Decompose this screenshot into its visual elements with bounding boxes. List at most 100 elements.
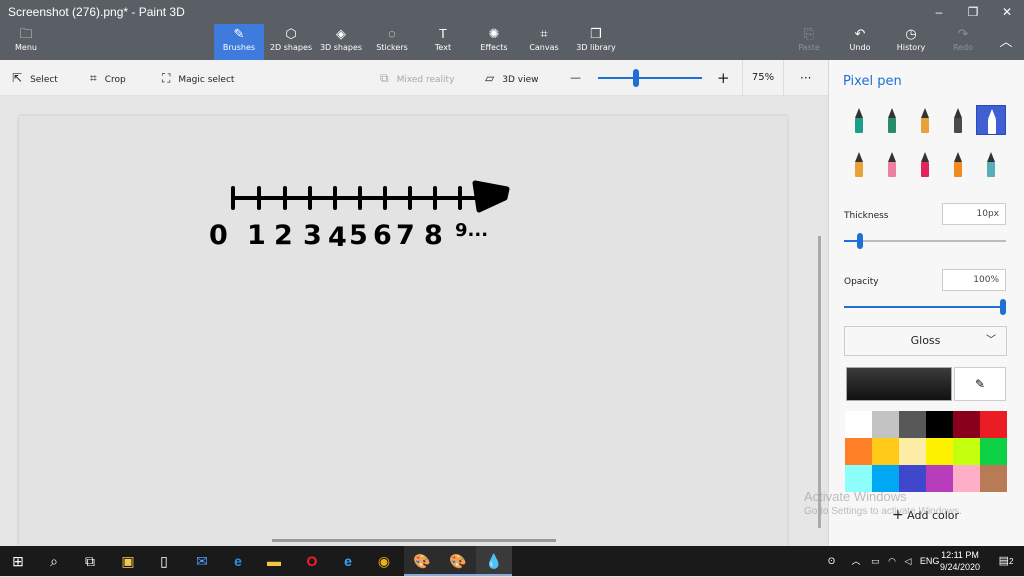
store-app[interactable]: ▣ [110, 546, 146, 576]
zoom-out-button[interactable]: — [570, 60, 581, 96]
select-button[interactable]: ⇱ Select [12, 60, 58, 96]
mixed-reality-button[interactable]: ⧉ Mixed reality [380, 60, 454, 96]
3d-view-button[interactable]: ▱ 3D view [485, 60, 538, 96]
undo-label: Undo [849, 43, 871, 52]
palette-swatch[interactable] [899, 411, 926, 438]
tab-brushes[interactable]: ✎ Brushes [214, 24, 264, 60]
thickness-field[interactable]: 10px [942, 203, 1006, 225]
magic-select-button[interactable]: ⛶ Magic select [162, 60, 234, 96]
tab-canvas[interactable]: ⌗ Canvas [524, 24, 564, 60]
explorer-app[interactable]: ▬ [256, 546, 292, 576]
opacity-slider-thumb[interactable] [1000, 299, 1006, 315]
start-button[interactable]: ⊞ [0, 546, 36, 576]
thickness-slider-thumb[interactable] [857, 233, 864, 249]
palette-swatch[interactable] [845, 465, 872, 492]
people-icon[interactable]: ʘ [828, 556, 835, 566]
horizontal-scrollbar[interactable] [272, 539, 556, 542]
calligraphy-pen-icon[interactable] [877, 105, 907, 135]
3d-view-icon: ▱ [485, 71, 495, 85]
palette-swatch[interactable] [953, 465, 980, 492]
palette-swatch[interactable] [872, 411, 899, 438]
battery-icon[interactable]: ▭ [871, 556, 880, 566]
palette-swatch[interactable] [926, 438, 953, 465]
palette-swatch[interactable] [872, 465, 899, 492]
task-view-button[interactable]: ⧉ [72, 546, 108, 576]
number-2: 2 [274, 220, 293, 251]
brush-panel: Pixel pen Thickness 10px Opacity 100% Gl… [828, 60, 1024, 546]
eyedropper-button[interactable]: ✎ [954, 367, 1006, 401]
edge-app[interactable]: e [220, 546, 256, 576]
eraser-icon[interactable] [877, 149, 907, 179]
finish-dropdown[interactable]: Gloss ﹀ [844, 326, 1007, 356]
palette-swatch[interactable] [980, 465, 1007, 492]
opera-app[interactable]: O [294, 546, 330, 576]
tab-label: Stickers [376, 43, 408, 52]
palette-swatch[interactable] [899, 438, 926, 465]
tab-effects[interactable]: ✺ Effects [474, 24, 514, 60]
palette-swatch[interactable] [980, 411, 1007, 438]
mail-app[interactable]: ✉ [184, 546, 220, 576]
volume-icon[interactable]: ◁ [904, 556, 911, 566]
marker-icon[interactable] [844, 105, 874, 135]
pencil-icon[interactable] [844, 149, 874, 179]
collapse-ribbon-button[interactable]: ︿ [994, 24, 1018, 60]
minimize-button[interactable]: – [922, 0, 956, 24]
zoom-in-button[interactable]: + [717, 60, 730, 96]
number-7: 7 [396, 220, 415, 251]
undo-icon: ↶ [854, 26, 866, 41]
maximize-button[interactable]: ❐ [956, 0, 990, 24]
search-button[interactable]: ⌕ [36, 546, 72, 576]
crayon-icon[interactable] [910, 149, 940, 179]
zoom-level[interactable]: 75% [742, 60, 784, 96]
history-button[interactable]: ◷ History [894, 24, 928, 60]
chevron-down-icon: ﹀ [986, 335, 996, 346]
tab-3d-shapes[interactable]: ◈ 3D shapes [318, 24, 364, 60]
tab-3d-library[interactable]: ❒ 3D library [572, 24, 620, 60]
palette-swatch[interactable] [980, 438, 1007, 465]
undo-button[interactable]: ↶ Undo [844, 24, 876, 60]
wifi-icon[interactable]: ◠ [888, 556, 896, 566]
tab-stickers[interactable]: ◌ Stickers [370, 24, 414, 60]
chevron-up-icon[interactable]: ︿ [852, 556, 861, 566]
opacity-field[interactable]: 100% [942, 269, 1006, 291]
current-color-swatch[interactable] [846, 367, 952, 401]
chrome-app[interactable]: ◉ [366, 546, 402, 576]
notifications-button[interactable]: ▤2 [988, 546, 1024, 576]
crop-button[interactable]: ⌗ Crop [90, 60, 126, 96]
tab-label: Text [434, 43, 452, 52]
pixel-pen-icon[interactable] [976, 105, 1006, 135]
redo-label: Redo [952, 43, 974, 52]
palette-swatch[interactable] [953, 411, 980, 438]
notepad-app[interactable]: ▯ [146, 546, 182, 576]
paint-app[interactable]: 🎨 [404, 546, 440, 576]
close-button[interactable]: ✕ [990, 0, 1024, 24]
zoom-slider-thumb[interactable] [633, 69, 639, 87]
palette-swatch[interactable] [926, 411, 953, 438]
paste-button[interactable]: ⎘ Paste [794, 24, 824, 60]
drawing-canvas[interactable]: 0 1 2 3 4 5 6 7 8 9... [19, 116, 787, 546]
palette-swatch[interactable] [953, 438, 980, 465]
palette-swatch[interactable] [926, 465, 953, 492]
redo-button[interactable]: ↷ Redo [948, 24, 978, 60]
task-view-icon: ⧉ [85, 553, 95, 569]
thickness-slider-track[interactable] [844, 240, 1006, 242]
paint-app-2[interactable]: 🎨 [440, 546, 476, 576]
tab-text[interactable]: T Text [424, 24, 462, 60]
ie-app[interactable]: e [330, 546, 366, 576]
paint-3d-app[interactable]: 💧 [476, 546, 512, 576]
clock[interactable]: 12:11 PM 9/24/2020 [936, 549, 984, 573]
watercolor-icon[interactable] [943, 105, 973, 135]
spray-can-icon[interactable] [943, 149, 973, 179]
palette-swatch[interactable] [899, 465, 926, 492]
vertical-scrollbar[interactable] [818, 236, 821, 528]
palette-swatch[interactable] [845, 411, 872, 438]
mail-icon: ✉ [196, 553, 208, 569]
tab-2d-shapes[interactable]: ⬡ 2D shapes [266, 24, 316, 60]
menu-button[interactable]: 🗀 Menu [4, 24, 48, 60]
zoom-slider-track[interactable] [598, 77, 702, 79]
palette-swatch[interactable] [845, 438, 872, 465]
oil-brush-icon[interactable] [910, 105, 940, 135]
fill-icon[interactable] [976, 149, 1006, 179]
more-options-button[interactable]: ··· [800, 60, 811, 96]
palette-swatch[interactable] [872, 438, 899, 465]
